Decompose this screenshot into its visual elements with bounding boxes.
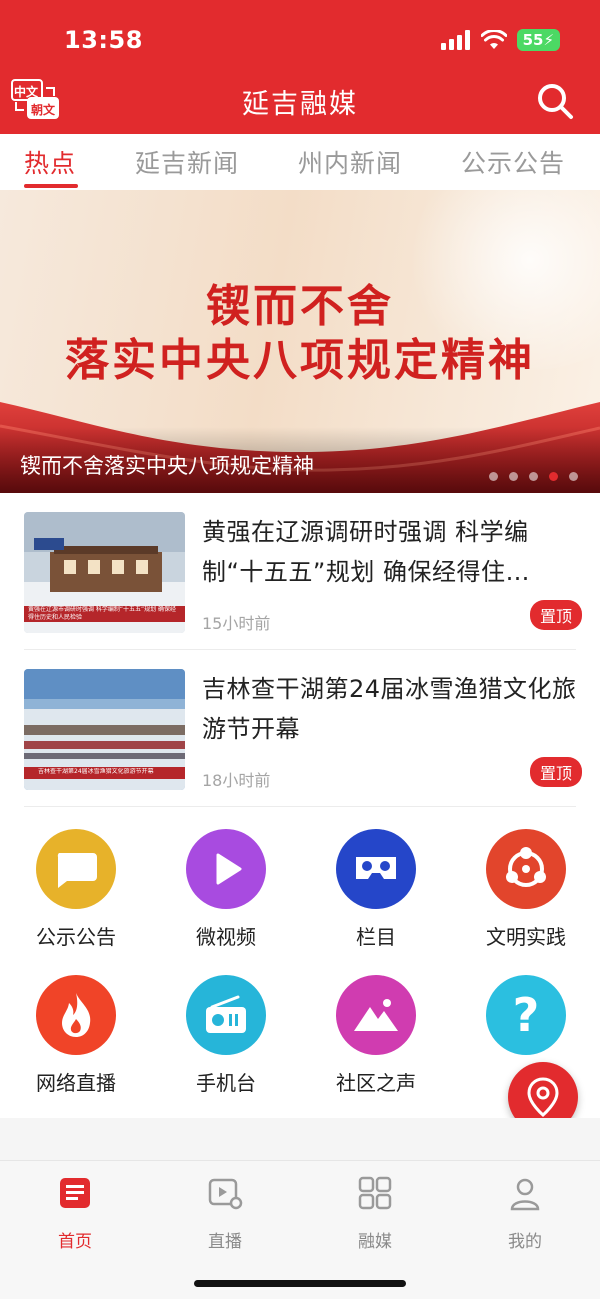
tab-prefecture-news[interactable]: 州内新闻: [298, 144, 402, 180]
battery-indicator: 55⚡: [516, 29, 560, 51]
banner-headline-2: 落实中央八项规定精神: [65, 335, 535, 386]
app-title: 延吉融媒: [242, 89, 358, 120]
grid-label: 文明实践: [486, 925, 566, 949]
grid-label: 公示公告: [36, 925, 116, 949]
grid-label: 微视频: [196, 925, 256, 949]
nav-home[interactable]: 首页: [25, 1175, 125, 1255]
grid-item-live-stream[interactable]: 网络直播: [10, 975, 140, 1105]
carousel-dot[interactable]: [569, 472, 578, 481]
grid-label: 栏目: [356, 925, 396, 949]
nav-label: 首页: [58, 1232, 92, 1252]
signal-icon: [440, 30, 470, 50]
grid-item-community-voice[interactable]: 社区之声: [310, 975, 440, 1105]
bottom-navigation: 首页 直播 融媒 我的: [0, 1160, 600, 1299]
carousel-dots: [489, 472, 578, 481]
pinned-badge: 置顶: [529, 600, 582, 630]
banner-caption: 锲而不舍落实中央八项规定精神: [20, 454, 314, 478]
tab-hot[interactable]: 热点: [24, 144, 76, 180]
grid-item-announcements[interactable]: 公示公告: [10, 829, 140, 959]
app-header: 13:58 55⚡ 中文 朝文 延吉融媒: [0, 0, 600, 134]
home-news-icon: [60, 1178, 90, 1208]
home-indicator: [194, 1280, 406, 1287]
user-icon: [510, 1178, 540, 1211]
news-title: 黄强在辽源调研时强调 科学编制“十五五”规划 确保经得住…: [202, 518, 530, 586]
divider: [24, 649, 576, 650]
news-thumbnail-caption: 黄强在辽源市调研时强调 科学编制“十五五”规划 确保经得住历史和人民检验: [28, 606, 177, 621]
nav-label: 直播: [208, 1232, 242, 1252]
nav-live[interactable]: 直播: [175, 1175, 275, 1255]
radio-icon: [186, 975, 266, 1055]
category-tabs: 热点 延吉新闻 州内新闻 公示公告: [0, 134, 600, 190]
news-title: 吉林查干湖第24届冰雪渔猎文化旅游节开幕: [202, 675, 577, 743]
location-pin-icon: [527, 1077, 559, 1117]
nav-label: 融媒: [358, 1232, 392, 1252]
divider: [24, 806, 576, 807]
carousel-dot[interactable]: [529, 472, 538, 481]
news-thumbnail: 吉林查干湖第24届冰雪渔猎文化旅游节开幕: [24, 669, 185, 790]
chat-bubble-icon: [36, 829, 116, 909]
nav-media[interactable]: 融媒: [325, 1175, 425, 1255]
status-icons: 55⚡: [440, 27, 560, 53]
search-icon: [538, 84, 573, 119]
news-time: 18小时前: [202, 771, 271, 790]
tab-yanji-news[interactable]: 延吉新闻: [135, 144, 239, 180]
mountain-icon: [336, 975, 416, 1055]
question-icon: ?: [486, 975, 566, 1055]
flame-icon: [36, 975, 116, 1055]
news-item[interactable]: 黄强在辽源市调研时强调 科学编制“十五五”规划 确保经得住历史和人民检验 黄强在…: [24, 512, 582, 652]
grid-label: 网络直播: [36, 1071, 116, 1095]
status-time: 13:58: [64, 26, 143, 54]
live-video-icon: [208, 1178, 243, 1210]
wifi-icon: [480, 30, 507, 49]
share-ring-icon: [486, 829, 566, 909]
news-item[interactable]: 吉林查干湖第24届冰雪渔猎文化旅游节开幕 吉林查干湖第24届冰雪渔猎文化旅游节开…: [24, 669, 582, 809]
section-gap: [0, 1118, 600, 1160]
carousel-dot[interactable]: [489, 472, 498, 481]
grid-apps-icon: [358, 1176, 392, 1210]
news-thumbnail: 黄强在辽源市调研时强调 科学编制“十五五”规划 确保经得住历史和人民检验: [24, 512, 185, 633]
vr-goggles-icon: [336, 829, 416, 909]
pinned-badge: 置顶: [529, 757, 582, 787]
news-thumbnail-caption: 吉林查干湖第24届冰雪渔猎文化旅游节开幕: [38, 768, 154, 775]
carousel-dot[interactable]: [509, 472, 518, 481]
grid-item-mobile-station[interactable]: 手机台: [160, 975, 290, 1105]
banner-carousel[interactable]: 锲而不舍 落实中央八项规定精神 锲而不舍落实中央八项规定精神: [0, 190, 600, 493]
nav-label: 我的: [508, 1232, 542, 1252]
play-icon: [186, 829, 266, 909]
grid-label: 社区之声: [336, 1071, 416, 1095]
grid-item-civilization-practice[interactable]: 文明实践: [460, 829, 590, 959]
active-tab-indicator: [24, 184, 78, 188]
tab-announcements[interactable]: 公示公告: [461, 144, 565, 180]
grid-label: 手机台: [196, 1071, 256, 1095]
nav-profile[interactable]: 我的: [475, 1175, 575, 1255]
grid-item-columns[interactable]: 栏目: [310, 829, 440, 959]
search-button[interactable]: [536, 82, 574, 120]
grid-item-micro-video[interactable]: 微视频: [160, 829, 290, 959]
news-time: 15小时前: [202, 614, 271, 633]
carousel-dot-active[interactable]: [549, 472, 558, 481]
